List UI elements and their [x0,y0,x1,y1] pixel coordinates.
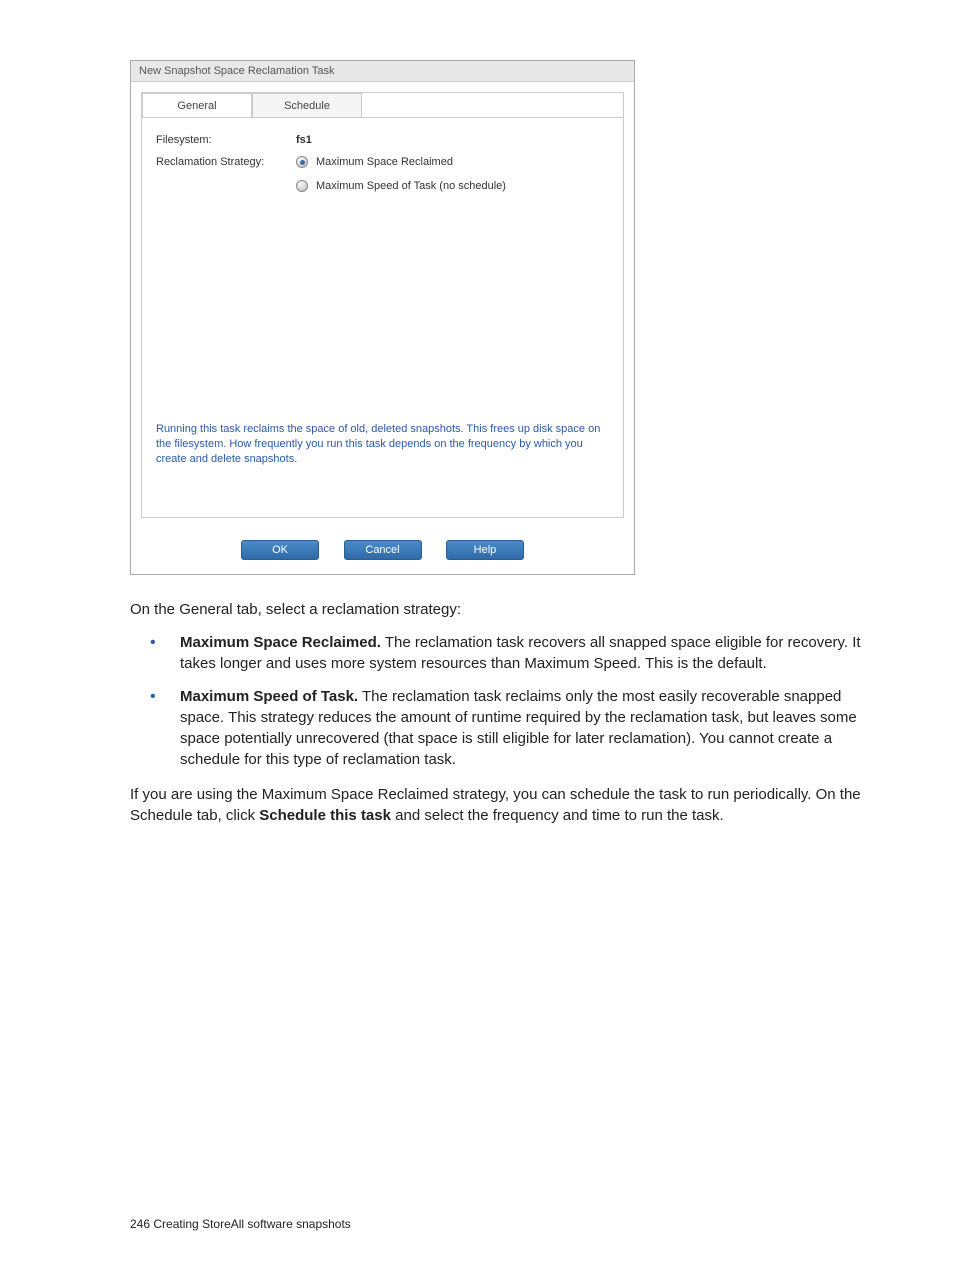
dialog-title: New Snapshot Space Reclamation Task [131,61,634,82]
help-button[interactable]: Help [446,540,524,560]
schedule-paragraph: If you are using the Maximum Space Recla… [130,784,874,826]
document-body: On the General tab, select a reclamation… [130,599,874,826]
schedule-bold: Schedule this task [259,807,391,824]
dialog-window: New Snapshot Space Reclamation Task Gene… [130,60,635,575]
dialog-info-text: Running this task reclaims the space of … [156,422,609,467]
tab-bar: General Schedule [142,93,623,118]
cancel-button[interactable]: Cancel [344,540,422,560]
intro-paragraph: On the General tab, select a reclamation… [130,599,874,620]
dialog-inner: General Schedule Filesystem: fs1 Reclama… [141,92,624,518]
page-number: 246 [130,1217,150,1231]
radio-icon-selected [296,156,308,168]
footer-section: Creating StoreAll software snapshots [153,1217,350,1231]
radio-icon-unselected [296,180,308,192]
schedule-text-b: and select the frequency and time to run… [391,807,724,824]
radio-max-space[interactable]: Maximum Space Reclaimed [296,156,506,168]
radio-max-space-label: Maximum Space Reclaimed [316,156,453,168]
list-item: Maximum Speed of Task. The reclamation t… [150,686,874,770]
tab-schedule[interactable]: Schedule [252,93,362,118]
strategy-list: Maximum Space Reclaimed. The reclamation… [130,632,874,770]
filesystem-value: fs1 [296,134,312,146]
filesystem-label: Filesystem: [156,134,296,146]
radio-max-speed-label: Maximum Speed of Task (no schedule) [316,180,506,192]
ok-button[interactable]: OK [241,540,319,560]
bullet2-title: Maximum Speed of Task. [180,688,358,705]
strategy-label: Reclamation Strategy: [156,156,296,168]
radio-max-speed[interactable]: Maximum Speed of Task (no schedule) [296,180,506,192]
tab-body-general: Filesystem: fs1 Reclamation Strategy: Ma… [142,117,623,517]
dialog-button-bar: OK Cancel Help [131,528,634,574]
tab-general[interactable]: General [142,93,252,118]
page-footer: 246 Creating StoreAll software snapshots [130,1217,351,1231]
list-item: Maximum Space Reclaimed. The reclamation… [150,632,874,674]
bullet1-title: Maximum Space Reclaimed. [180,634,381,651]
